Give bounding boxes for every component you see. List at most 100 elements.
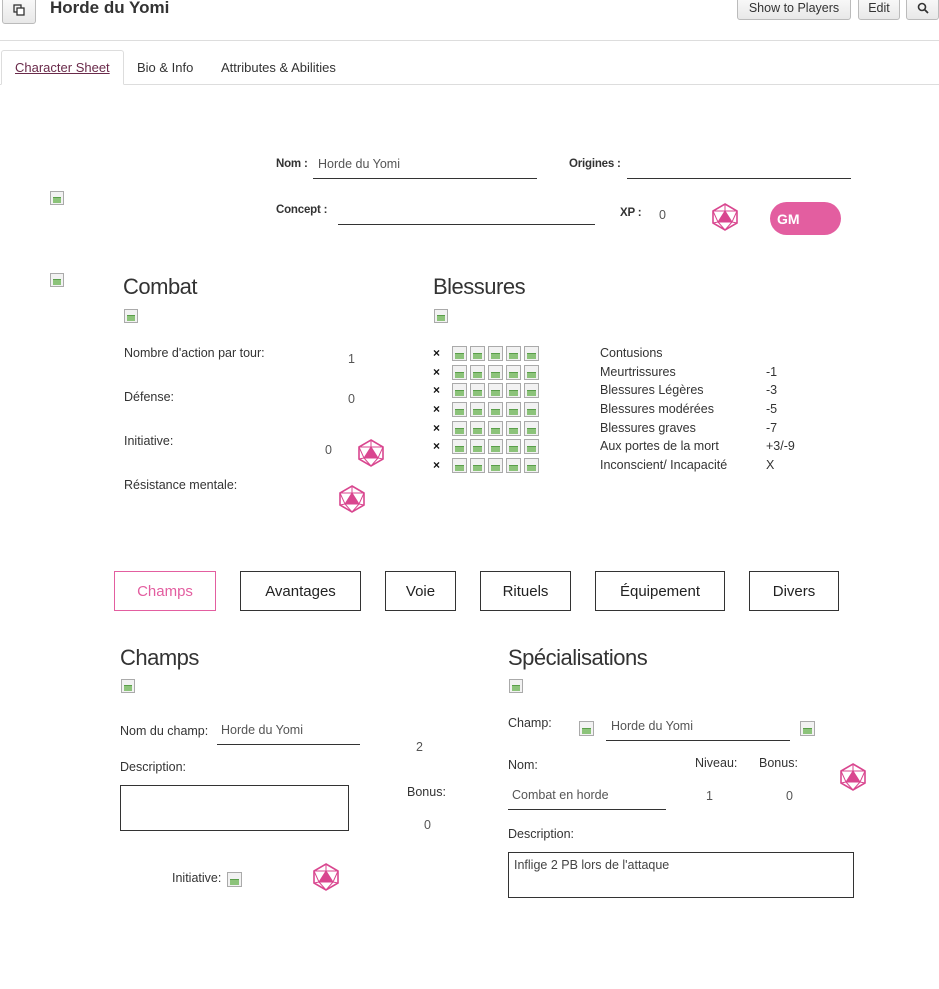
- initiative-dice-icon[interactable]: [357, 439, 385, 467]
- wound-clear-4[interactable]: ×: [433, 421, 440, 435]
- defense-value[interactable]: 0: [348, 392, 355, 406]
- sheet-tab-avantages[interactable]: Avantages: [240, 571, 361, 611]
- champ-value[interactable]: 2: [416, 740, 423, 754]
- champ-dice-icon[interactable]: [312, 863, 340, 891]
- spec-dice-icon[interactable]: [839, 763, 867, 791]
- sheet-tab-divers[interactable]: Divers: [749, 571, 839, 611]
- wound-checkbox[interactable]: [470, 365, 485, 380]
- wound-checkbox[interactable]: [506, 458, 521, 473]
- wound-checkbox[interactable]: [506, 439, 521, 454]
- spec-nom-input[interactable]: Combat en horde: [508, 788, 666, 810]
- wound-checkbox[interactable]: [506, 402, 521, 417]
- xp-value[interactable]: 0: [659, 208, 666, 222]
- wound-checkbox[interactable]: [470, 402, 485, 417]
- wound-clear-1[interactable]: ×: [433, 365, 440, 379]
- wound-level-malus: -5: [766, 402, 778, 416]
- wound-level-name: Blessures Légères: [600, 383, 704, 397]
- wound-checkbox[interactable]: [470, 383, 485, 398]
- combat-title: Combat: [123, 274, 198, 299]
- spec-bonus-label: Bonus:: [759, 756, 798, 770]
- show-to-players-button[interactable]: Show to Players: [737, 0, 851, 20]
- wound-level-malus: X: [766, 458, 775, 472]
- spec-bonus-value[interactable]: 0: [786, 789, 793, 803]
- tab-attributes-abilities[interactable]: Attributes & Abilities: [208, 50, 349, 85]
- nom-input[interactable]: Horde du Yomi: [313, 157, 537, 179]
- wound-checkbox[interactable]: [488, 346, 503, 361]
- wound-clear-6[interactable]: ×: [433, 458, 440, 472]
- actions-value[interactable]: 1: [348, 352, 355, 366]
- wound-level-name: Contusions: [600, 346, 663, 360]
- wound-clear-3[interactable]: ×: [433, 402, 440, 416]
- champ-bonus-label: Bonus:: [407, 785, 446, 799]
- logo-image: [50, 191, 64, 205]
- wound-checkbox[interactable]: [524, 421, 539, 436]
- wound-checkbox[interactable]: [452, 346, 467, 361]
- wound-checkbox[interactable]: [488, 421, 503, 436]
- wound-checkbox[interactable]: [488, 365, 503, 380]
- wound-checkbox[interactable]: [506, 383, 521, 398]
- side-image: [50, 273, 64, 287]
- spec-champ-input[interactable]: Horde du Yomi: [606, 719, 790, 741]
- popout-icon: [13, 4, 25, 16]
- spec-description-textarea[interactable]: Inflige 2 PB lors de l'attaque: [508, 852, 854, 898]
- concept-input[interactable]: [338, 203, 595, 225]
- wound-checkbox[interactable]: [470, 421, 485, 436]
- wound-checkbox[interactable]: [452, 421, 467, 436]
- wound-checkbox[interactable]: [524, 346, 539, 361]
- wound-checkbox[interactable]: [524, 365, 539, 380]
- tab-bio-info[interactable]: Bio & Info: [124, 50, 206, 85]
- champ-name-input[interactable]: Horde du Yomi: [217, 723, 360, 745]
- wound-checkbox[interactable]: [452, 383, 467, 398]
- wound-clear-5[interactable]: ×: [433, 439, 440, 453]
- initiative-value[interactable]: 0: [325, 443, 332, 457]
- wound-checkbox[interactable]: [452, 365, 467, 380]
- wound-checkbox[interactable]: [524, 439, 539, 454]
- champ-description-label: Description:: [120, 760, 186, 774]
- champ-initiative-checkbox[interactable]: [227, 872, 242, 887]
- wound-checkbox[interactable]: [470, 346, 485, 361]
- wound-checkbox[interactable]: [524, 383, 539, 398]
- wound-checkbox[interactable]: [488, 458, 503, 473]
- search-button[interactable]: [906, 0, 939, 20]
- wound-checkbox[interactable]: [452, 458, 467, 473]
- spec-champ-checkbox-2[interactable]: [800, 721, 815, 736]
- wound-checkbox[interactable]: [488, 439, 503, 454]
- xp-dice-icon[interactable]: [711, 203, 739, 231]
- wound-checkbox[interactable]: [470, 458, 485, 473]
- tab-bar: Character Sheet Bio & Info Attributes & …: [0, 50, 939, 85]
- sheet-tab-champs[interactable]: Champs: [114, 571, 216, 611]
- sheet-tab-rituels[interactable]: Rituels: [480, 571, 571, 611]
- wound-checkbox[interactable]: [452, 439, 467, 454]
- wound-checkbox[interactable]: [506, 346, 521, 361]
- blessures-title: Blessures: [433, 274, 526, 299]
- defense-label: Défense:: [124, 390, 175, 404]
- tab-character-sheet[interactable]: Character Sheet: [1, 50, 124, 85]
- champs-divider-image: [121, 679, 135, 693]
- wound-level-malus: +3/-9: [766, 439, 795, 453]
- origines-input[interactable]: [627, 157, 851, 179]
- edit-button[interactable]: Edit: [858, 0, 900, 20]
- sheet-tab-voie[interactable]: Voie: [385, 571, 456, 611]
- champ-description-textarea[interactable]: [120, 785, 349, 831]
- sheet-tab-equipement[interactable]: Équipement: [595, 571, 725, 611]
- wound-clear-2[interactable]: ×: [433, 383, 440, 397]
- gm-toggle-button[interactable]: GM: [770, 202, 841, 235]
- wound-clear-0[interactable]: ×: [433, 346, 440, 360]
- wound-checkbox[interactable]: [488, 402, 503, 417]
- champ-bonus-value[interactable]: 0: [424, 818, 431, 832]
- wound-checkbox[interactable]: [488, 383, 503, 398]
- wound-checkbox[interactable]: [470, 439, 485, 454]
- spec-niveau-value[interactable]: 1: [706, 789, 713, 803]
- wound-level-malus: -3: [766, 383, 778, 397]
- spec-champ-checkbox[interactable]: [579, 721, 594, 736]
- wound-checkboxes-row: [452, 346, 539, 361]
- wound-checkbox[interactable]: [452, 402, 467, 417]
- wound-checkbox[interactable]: [524, 458, 539, 473]
- initiative-label: Initiative:: [124, 434, 174, 448]
- popout-button[interactable]: [2, 0, 36, 24]
- wound-checkbox[interactable]: [506, 365, 521, 380]
- champ-initiative-label: Initiative:: [172, 871, 222, 885]
- resistance-dice-icon[interactable]: [338, 485, 366, 513]
- wound-checkbox[interactable]: [524, 402, 539, 417]
- wound-checkbox[interactable]: [506, 421, 521, 436]
